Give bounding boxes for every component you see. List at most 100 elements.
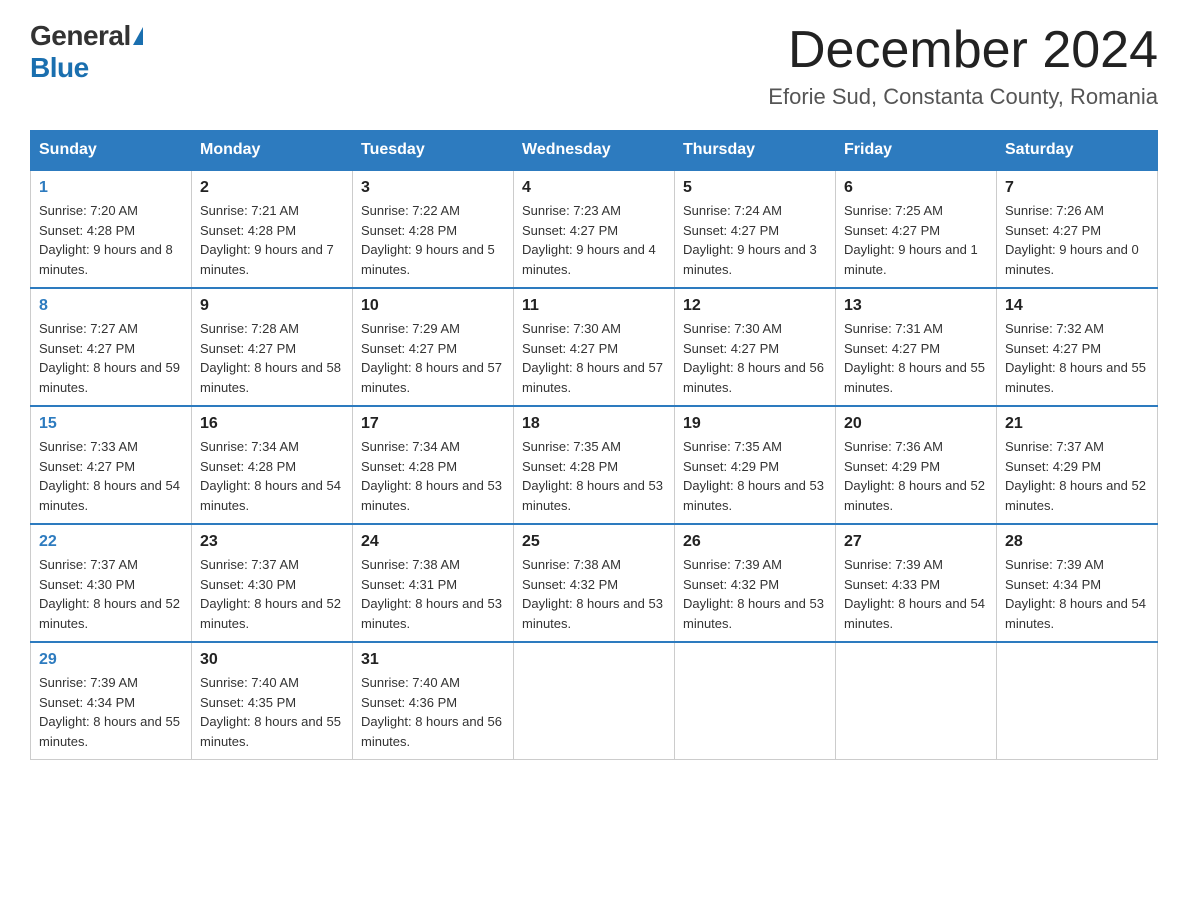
day-info: Sunrise: 7:22 AMSunset: 4:28 PMDaylight:… <box>361 201 505 279</box>
day-number: 6 <box>844 179 988 197</box>
table-row: 18 Sunrise: 7:35 AMSunset: 4:28 PMDaylig… <box>514 406 675 524</box>
day-number: 10 <box>361 297 505 315</box>
table-row: 16 Sunrise: 7:34 AMSunset: 4:28 PMDaylig… <box>192 406 353 524</box>
day-number: 19 <box>683 415 827 433</box>
day-info: Sunrise: 7:39 AMSunset: 4:33 PMDaylight:… <box>844 555 988 633</box>
title-block: December 2024 Eforie Sud, Constanta Coun… <box>768 20 1158 110</box>
table-row: 17 Sunrise: 7:34 AMSunset: 4:28 PMDaylig… <box>353 406 514 524</box>
day-number: 13 <box>844 297 988 315</box>
day-info: Sunrise: 7:29 AMSunset: 4:27 PMDaylight:… <box>361 319 505 397</box>
calendar-header-row: Sunday Monday Tuesday Wednesday Thursday… <box>31 131 1158 171</box>
day-number: 4 <box>522 179 666 197</box>
table-row: 25 Sunrise: 7:38 AMSunset: 4:32 PMDaylig… <box>514 524 675 642</box>
table-row: 20 Sunrise: 7:36 AMSunset: 4:29 PMDaylig… <box>836 406 997 524</box>
day-info: Sunrise: 7:39 AMSunset: 4:34 PMDaylight:… <box>39 673 183 751</box>
table-row: 29 Sunrise: 7:39 AMSunset: 4:34 PMDaylig… <box>31 642 192 760</box>
table-row <box>997 642 1158 760</box>
calendar-week-row: 22 Sunrise: 7:37 AMSunset: 4:30 PMDaylig… <box>31 524 1158 642</box>
table-row: 2 Sunrise: 7:21 AMSunset: 4:28 PMDayligh… <box>192 170 353 288</box>
day-info: Sunrise: 7:35 AMSunset: 4:28 PMDaylight:… <box>522 437 666 515</box>
day-number: 17 <box>361 415 505 433</box>
table-row: 21 Sunrise: 7:37 AMSunset: 4:29 PMDaylig… <box>997 406 1158 524</box>
table-row <box>675 642 836 760</box>
table-row <box>836 642 997 760</box>
day-number: 29 <box>39 651 183 669</box>
col-thursday: Thursday <box>675 131 836 171</box>
day-number: 23 <box>200 533 344 551</box>
table-row: 26 Sunrise: 7:39 AMSunset: 4:32 PMDaylig… <box>675 524 836 642</box>
day-info: Sunrise: 7:40 AMSunset: 4:36 PMDaylight:… <box>361 673 505 751</box>
day-number: 11 <box>522 297 666 315</box>
table-row: 10 Sunrise: 7:29 AMSunset: 4:27 PMDaylig… <box>353 288 514 406</box>
day-number: 14 <box>1005 297 1149 315</box>
table-row: 8 Sunrise: 7:27 AMSunset: 4:27 PMDayligh… <box>31 288 192 406</box>
day-number: 16 <box>200 415 344 433</box>
day-number: 3 <box>361 179 505 197</box>
day-info: Sunrise: 7:39 AMSunset: 4:34 PMDaylight:… <box>1005 555 1149 633</box>
day-number: 21 <box>1005 415 1149 433</box>
table-row: 14 Sunrise: 7:32 AMSunset: 4:27 PMDaylig… <box>997 288 1158 406</box>
day-info: Sunrise: 7:30 AMSunset: 4:27 PMDaylight:… <box>522 319 666 397</box>
day-number: 31 <box>361 651 505 669</box>
table-row: 13 Sunrise: 7:31 AMSunset: 4:27 PMDaylig… <box>836 288 997 406</box>
table-row <box>514 642 675 760</box>
day-info: Sunrise: 7:20 AMSunset: 4:28 PMDaylight:… <box>39 201 183 279</box>
calendar-week-row: 1 Sunrise: 7:20 AMSunset: 4:28 PMDayligh… <box>31 170 1158 288</box>
col-saturday: Saturday <box>997 131 1158 171</box>
day-number: 22 <box>39 533 183 551</box>
day-info: Sunrise: 7:27 AMSunset: 4:27 PMDaylight:… <box>39 319 183 397</box>
day-number: 2 <box>200 179 344 197</box>
day-number: 27 <box>844 533 988 551</box>
day-info: Sunrise: 7:24 AMSunset: 4:27 PMDaylight:… <box>683 201 827 279</box>
table-row: 6 Sunrise: 7:25 AMSunset: 4:27 PMDayligh… <box>836 170 997 288</box>
day-number: 25 <box>522 533 666 551</box>
day-number: 8 <box>39 297 183 315</box>
table-row: 11 Sunrise: 7:30 AMSunset: 4:27 PMDaylig… <box>514 288 675 406</box>
day-info: Sunrise: 7:34 AMSunset: 4:28 PMDaylight:… <box>361 437 505 515</box>
logo-triangle-icon <box>133 27 143 45</box>
table-row: 19 Sunrise: 7:35 AMSunset: 4:29 PMDaylig… <box>675 406 836 524</box>
day-number: 20 <box>844 415 988 433</box>
table-row: 22 Sunrise: 7:37 AMSunset: 4:30 PMDaylig… <box>31 524 192 642</box>
day-info: Sunrise: 7:38 AMSunset: 4:31 PMDaylight:… <box>361 555 505 633</box>
day-info: Sunrise: 7:37 AMSunset: 4:29 PMDaylight:… <box>1005 437 1149 515</box>
table-row: 12 Sunrise: 7:30 AMSunset: 4:27 PMDaylig… <box>675 288 836 406</box>
day-number: 28 <box>1005 533 1149 551</box>
day-info: Sunrise: 7:37 AMSunset: 4:30 PMDaylight:… <box>200 555 344 633</box>
day-number: 15 <box>39 415 183 433</box>
col-monday: Monday <box>192 131 353 171</box>
day-info: Sunrise: 7:38 AMSunset: 4:32 PMDaylight:… <box>522 555 666 633</box>
col-wednesday: Wednesday <box>514 131 675 171</box>
calendar-table: Sunday Monday Tuesday Wednesday Thursday… <box>30 130 1158 760</box>
day-number: 24 <box>361 533 505 551</box>
calendar-week-row: 29 Sunrise: 7:39 AMSunset: 4:34 PMDaylig… <box>31 642 1158 760</box>
day-info: Sunrise: 7:32 AMSunset: 4:27 PMDaylight:… <box>1005 319 1149 397</box>
logo-general-text: General <box>30 20 131 52</box>
day-info: Sunrise: 7:40 AMSunset: 4:35 PMDaylight:… <box>200 673 344 751</box>
table-row: 15 Sunrise: 7:33 AMSunset: 4:27 PMDaylig… <box>31 406 192 524</box>
table-row: 1 Sunrise: 7:20 AMSunset: 4:28 PMDayligh… <box>31 170 192 288</box>
day-info: Sunrise: 7:39 AMSunset: 4:32 PMDaylight:… <box>683 555 827 633</box>
table-row: 31 Sunrise: 7:40 AMSunset: 4:36 PMDaylig… <box>353 642 514 760</box>
day-info: Sunrise: 7:34 AMSunset: 4:28 PMDaylight:… <box>200 437 344 515</box>
table-row: 5 Sunrise: 7:24 AMSunset: 4:27 PMDayligh… <box>675 170 836 288</box>
day-info: Sunrise: 7:35 AMSunset: 4:29 PMDaylight:… <box>683 437 827 515</box>
day-number: 18 <box>522 415 666 433</box>
day-info: Sunrise: 7:23 AMSunset: 4:27 PMDaylight:… <box>522 201 666 279</box>
day-number: 7 <box>1005 179 1149 197</box>
day-number: 1 <box>39 179 183 197</box>
day-number: 30 <box>200 651 344 669</box>
day-info: Sunrise: 7:30 AMSunset: 4:27 PMDaylight:… <box>683 319 827 397</box>
day-info: Sunrise: 7:25 AMSunset: 4:27 PMDaylight:… <box>844 201 988 279</box>
day-info: Sunrise: 7:21 AMSunset: 4:28 PMDaylight:… <box>200 201 344 279</box>
table-row: 7 Sunrise: 7:26 AMSunset: 4:27 PMDayligh… <box>997 170 1158 288</box>
day-number: 5 <box>683 179 827 197</box>
page-header: General Blue December 2024 Eforie Sud, C… <box>30 20 1158 110</box>
table-row: 23 Sunrise: 7:37 AMSunset: 4:30 PMDaylig… <box>192 524 353 642</box>
table-row: 24 Sunrise: 7:38 AMSunset: 4:31 PMDaylig… <box>353 524 514 642</box>
calendar-week-row: 8 Sunrise: 7:27 AMSunset: 4:27 PMDayligh… <box>31 288 1158 406</box>
table-row: 3 Sunrise: 7:22 AMSunset: 4:28 PMDayligh… <box>353 170 514 288</box>
day-number: 26 <box>683 533 827 551</box>
table-row: 30 Sunrise: 7:40 AMSunset: 4:35 PMDaylig… <box>192 642 353 760</box>
day-info: Sunrise: 7:31 AMSunset: 4:27 PMDaylight:… <box>844 319 988 397</box>
